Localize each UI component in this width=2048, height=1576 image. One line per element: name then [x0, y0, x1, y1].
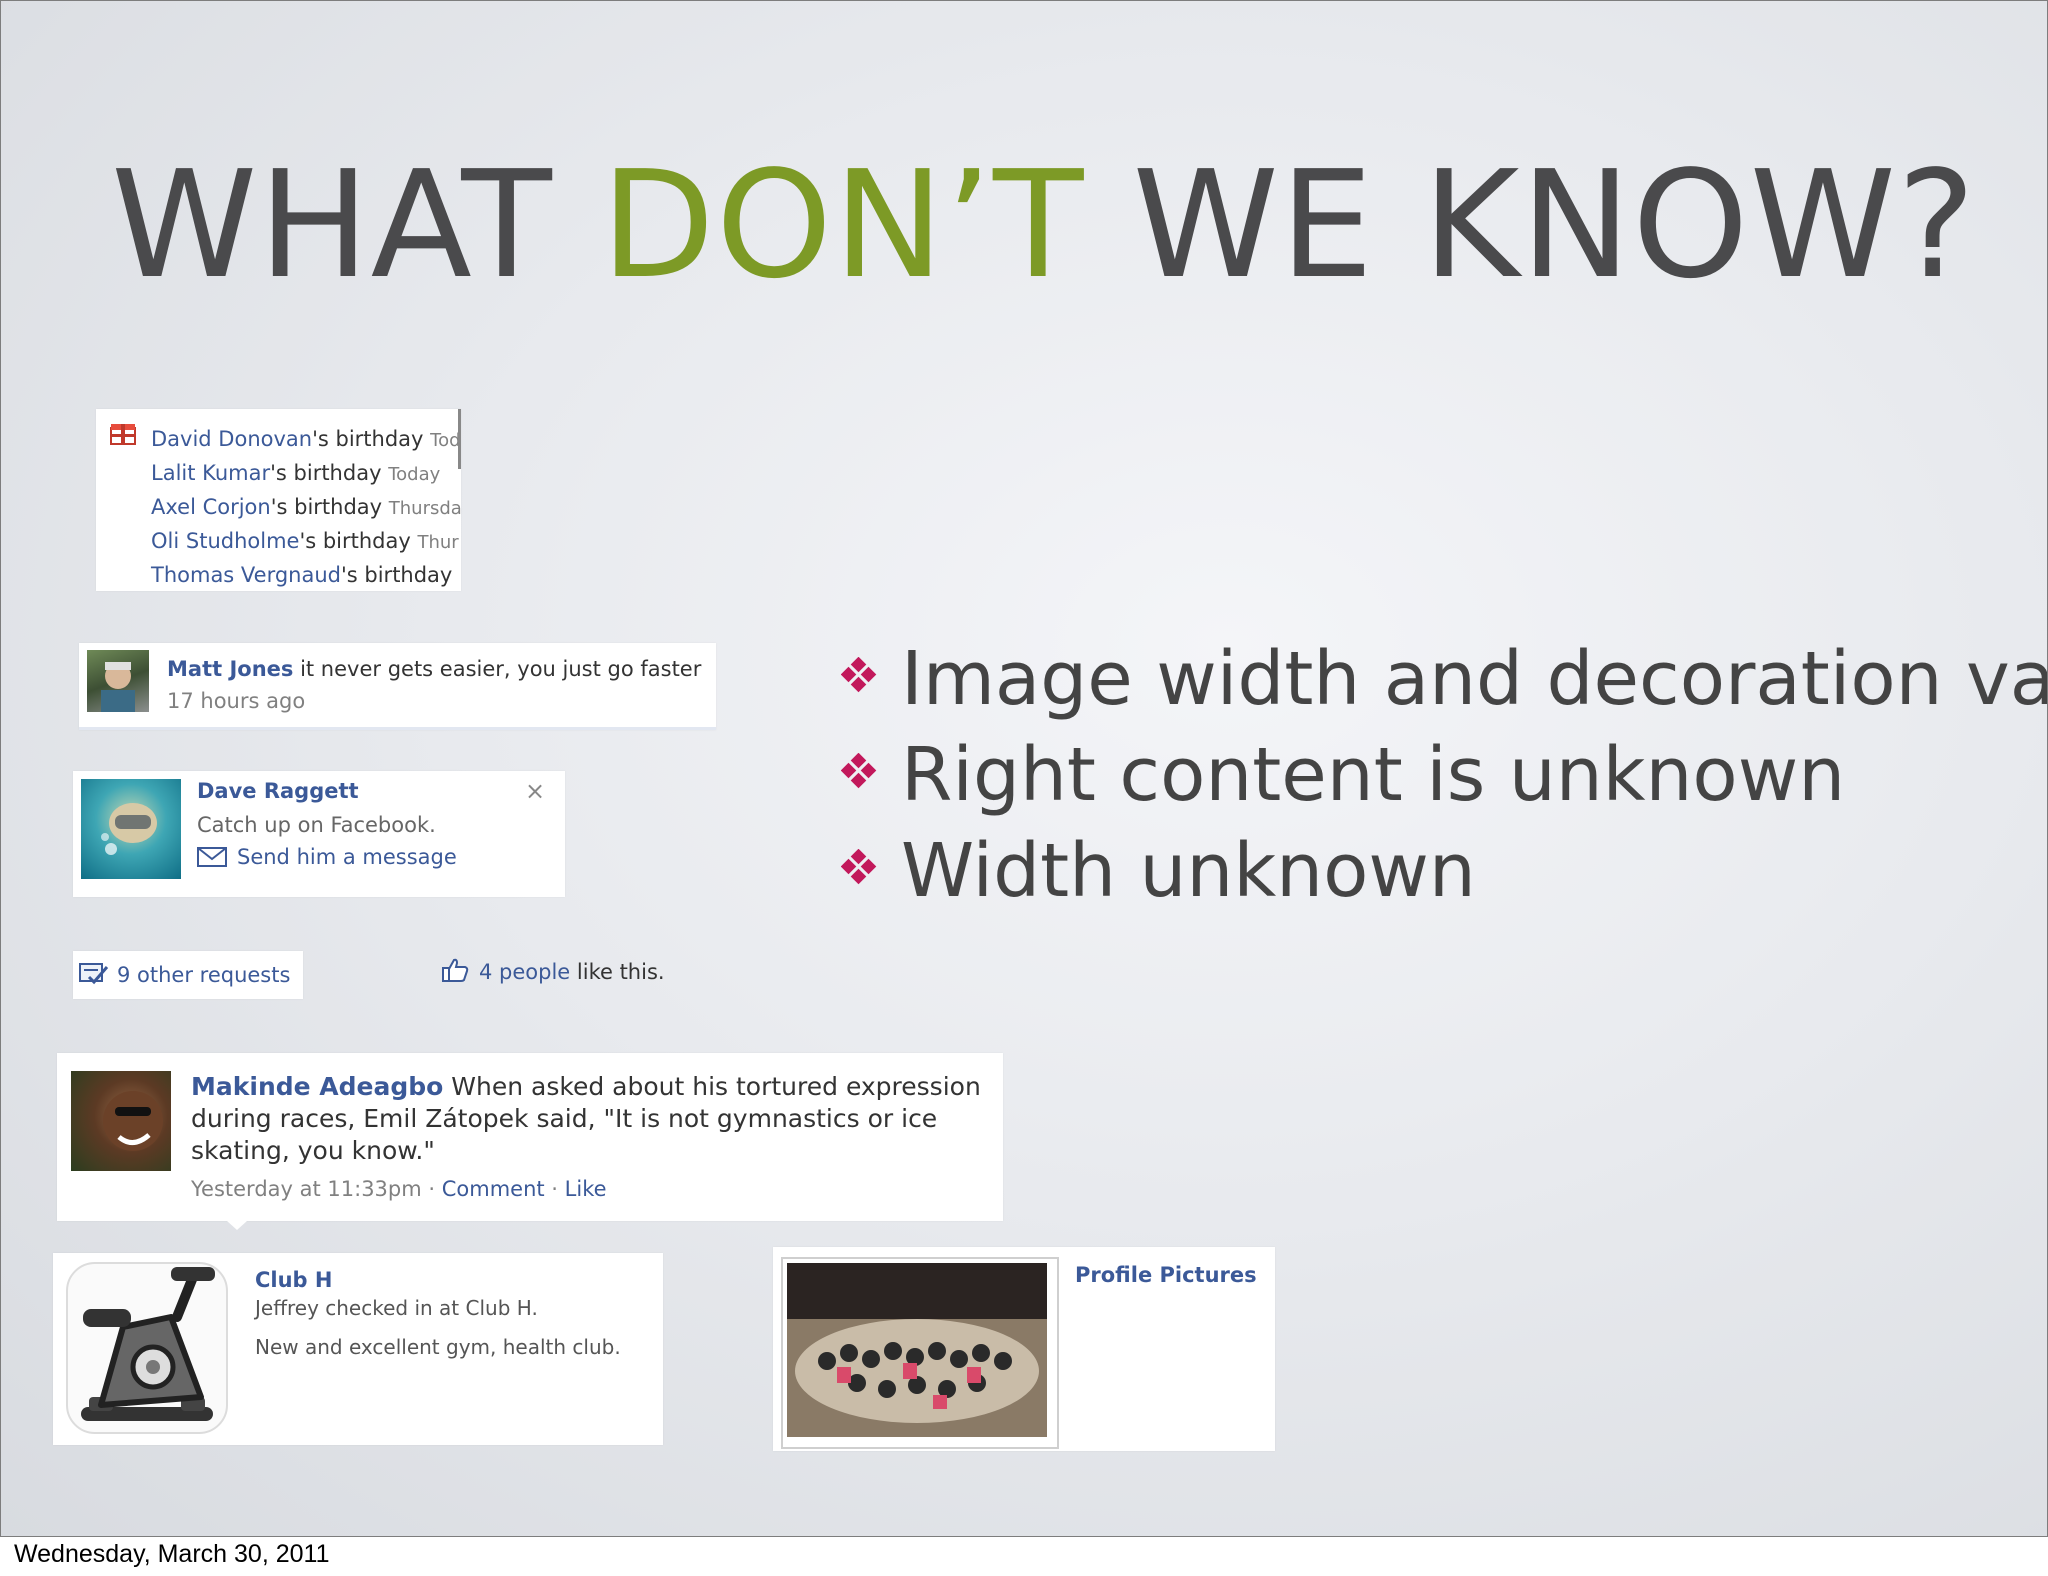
footer-date: Wednesday, March 30, 2011 — [14, 1540, 330, 1568]
list-item: Image width and decoration vary — [841, 631, 2048, 727]
birthday-name-link[interactable]: David Donovan — [151, 427, 312, 451]
requests-link[interactable]: 9 other requests — [117, 963, 290, 987]
birthday-when: Tod — [430, 430, 461, 451]
birthday-when: Thur — [417, 532, 459, 553]
list-item: David Donovan's birthday Tod — [151, 423, 461, 457]
birthday-suffix: 's birthday — [299, 529, 411, 553]
diver-photo — [101, 803, 157, 855]
checkin-text: Jeffrey checked in at Club H. — [255, 1296, 538, 1320]
send-message-link[interactable]: Send him a message — [197, 845, 457, 869]
bullet-text: Right content is unknown — [901, 732, 1846, 818]
author-link[interactable]: Matt Jones — [167, 657, 293, 681]
like-link[interactable]: Like — [565, 1177, 607, 1201]
avatar[interactable] — [71, 1071, 171, 1171]
birthdays-card: David Donovan's birthday Tod Lalit Kumar… — [96, 409, 461, 591]
comment-notch — [227, 1221, 247, 1230]
bullet-list: Image width and decoration vary Right co… — [841, 631, 2048, 919]
thumbs-up-icon[interactable] — [441, 957, 469, 983]
birthday-name-link[interactable]: Thomas Vergnaud — [151, 563, 341, 587]
list-item: Width unknown — [841, 823, 2047, 919]
list-item: Lalit Kumar's birthday Today — [151, 457, 461, 491]
place-name-link[interactable]: Club H — [255, 1268, 332, 1292]
separator: · — [421, 1177, 442, 1201]
avatar[interactable] — [81, 779, 181, 879]
likes-count-link[interactable]: 4 people — [479, 960, 570, 984]
album-thumbnail[interactable] — [781, 1257, 1059, 1449]
album-title-link[interactable]: Profile Pictures — [1075, 1263, 1257, 1287]
list-item: Right content is unknown — [841, 727, 2047, 823]
title-part-1: WHAT — [111, 139, 601, 311]
birthday-suffix: 's birthday — [270, 461, 382, 485]
avatar[interactable] — [87, 650, 149, 712]
list-item: Thomas Vergnaud's birthday — [151, 559, 461, 591]
bullet-text: Width unknown — [901, 828, 1476, 914]
status-text: Matt Jones it never gets easier, you jus… — [167, 653, 701, 717]
birthday-when: Today — [388, 464, 441, 485]
title-accent: DON’T — [600, 139, 1085, 311]
birthday-suffix: 's birthday — [270, 495, 383, 519]
birthday-list: David Donovan's birthday Tod Lalit Kumar… — [151, 423, 461, 591]
place-description: New and excellent gym, health club. — [255, 1335, 621, 1359]
person-photo — [103, 1091, 163, 1151]
scrollbar[interactable] — [458, 409, 461, 469]
timestamp[interactable]: Yesterday at 11:33pm — [191, 1177, 422, 1201]
birthday-when: Thursda — [388, 498, 461, 519]
send-message-label: Send him a message — [237, 845, 457, 869]
birthday-suffix: 's birthday — [341, 563, 453, 587]
person-name-link[interactable]: Dave Raggett — [197, 779, 359, 803]
likes-suffix: like this. — [570, 960, 665, 984]
list-item: Oli Studholme's birthday Thur — [151, 525, 461, 559]
group-photo — [787, 1263, 1047, 1437]
feed-story-card: Makinde Adeagbo When asked about his tor… — [57, 1053, 1003, 1230]
slide: WHAT DON’T WE KNOW? David Donovan's birt… — [0, 0, 2048, 1537]
envelope-icon — [197, 847, 227, 867]
slide-title: WHAT DON’T WE KNOW? — [111, 151, 1976, 299]
title-part-2: WE KNOW? — [1084, 139, 1977, 311]
story-text: Makinde Adeagbo When asked about his tor… — [191, 1071, 981, 1167]
gift-icon — [110, 424, 136, 445]
bullet-text: Image width and decoration vary — [901, 636, 2048, 722]
likes-line: 4 people like this. — [441, 957, 665, 984]
birthday-suffix: 's birthday — [312, 427, 424, 451]
person-photo — [101, 662, 135, 712]
requests-card[interactable]: 9 other requests — [73, 951, 303, 999]
timestamp[interactable]: 17 hours ago — [167, 689, 305, 713]
birthday-name-link[interactable]: Oli Studholme — [151, 529, 299, 553]
album-card: Profile Pictures — [773, 1247, 1275, 1451]
close-icon[interactable]: × — [525, 777, 545, 805]
bullet-diamond-icon — [841, 849, 877, 885]
status-message: it never gets easier, you just go faster — [293, 657, 702, 681]
suggestion-card: Dave Raggett Catch up on Facebook. Send … — [73, 771, 565, 897]
birthday-name-link[interactable]: Lalit Kumar — [151, 461, 270, 485]
suggestion-text: Catch up on Facebook. — [197, 813, 436, 837]
exercise-bike-icon — [66, 1262, 228, 1434]
bullet-diamond-icon — [841, 753, 877, 789]
story-meta: Yesterday at 11:33pm · Comment · Like — [191, 1177, 607, 1201]
bullet-diamond-icon — [841, 657, 877, 693]
status-update-card: Matt Jones it never gets easier, you jus… — [79, 643, 716, 730]
requests-icon — [79, 963, 109, 985]
list-item: Axel Corjon's birthday Thursda — [151, 491, 461, 525]
comment-link[interactable]: Comment — [442, 1177, 545, 1201]
separator: · — [544, 1177, 565, 1201]
author-link[interactable]: Makinde Adeagbo — [191, 1072, 443, 1101]
checkin-card: Club H Jeffrey checked in at Club H. New… — [53, 1253, 663, 1445]
birthday-name-link[interactable]: Axel Corjon — [151, 495, 271, 519]
